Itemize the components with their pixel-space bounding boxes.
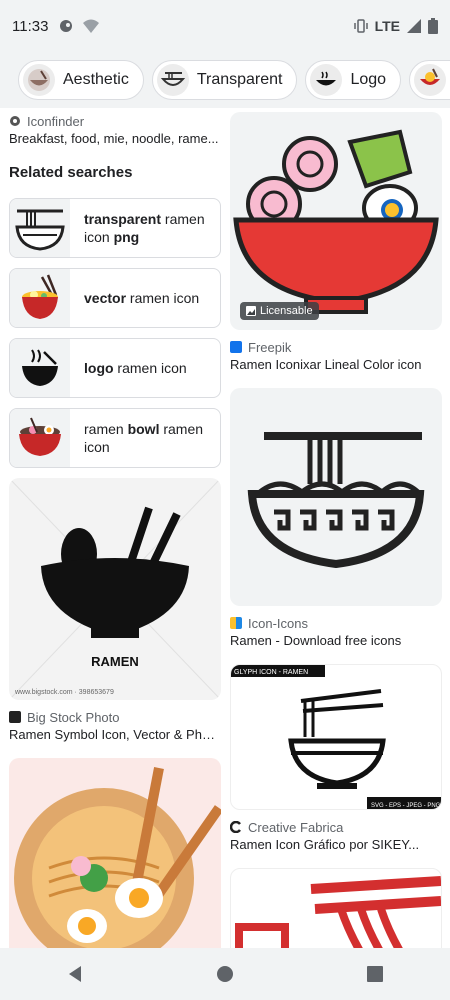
related-thumb [10, 339, 70, 397]
related-search-bowl[interactable]: ramen bowl ramen icon [9, 408, 221, 468]
result-image-ramen-bowl[interactable] [9, 758, 221, 948]
vector-ramen-icon [22, 274, 58, 319]
result-source[interactable]: Creative Fabrica [230, 818, 442, 836]
image-top-label: GLYPH ICON - RAMEN [234, 669, 308, 676]
home-circle-icon [217, 966, 233, 982]
chip-aesthetic[interactable]: Aesthetic [18, 60, 144, 100]
result-caption[interactable]: Ramen Iconixar Lineal Color icon [230, 356, 442, 374]
wifi-icon [83, 19, 100, 33]
creative-fabrica-icon [230, 821, 241, 833]
chip-logo[interactable]: Logo [305, 60, 402, 100]
result-image-bigstock[interactable]: RAMEN www.bigstock.com · 398653679 [9, 478, 221, 700]
battery-icon [428, 18, 438, 34]
result-image-icon-icons[interactable] [230, 388, 442, 606]
signal-icon [407, 19, 421, 33]
chip-label: Logo [350, 71, 387, 88]
result-caption[interactable]: Ramen - Download free icons [230, 632, 442, 650]
recents-button[interactable] [350, 954, 400, 994]
bigstock-icon [9, 711, 21, 723]
recents-square-icon [367, 966, 383, 982]
outline-ramen-icon [15, 209, 65, 251]
related-search-text: transparent ramen icon png [84, 211, 205, 245]
related-thumb [10, 269, 70, 327]
network-type: LTE [374, 18, 400, 34]
image-icon [246, 306, 256, 316]
icon-icons-icon [230, 617, 242, 629]
logo-bowl-icon [310, 64, 343, 96]
results-column-left: Iconfinder Breakfast, food, mie, noodle,… [9, 108, 221, 948]
bowl-ramen-icon [19, 417, 61, 456]
image-watermark: www.bigstock.com · 398653679 [14, 689, 114, 696]
related-thumb [10, 409, 70, 467]
related-search-transparent[interactable]: transparent ramen icon png [9, 198, 221, 258]
related-search-text: ramen bowl ramen icon [84, 421, 204, 455]
chat-notification-icon [60, 20, 73, 32]
result-source[interactable]: Freepik [230, 338, 442, 356]
related-search-text: logo ramen icon [84, 360, 187, 376]
vector-bowl-icon [414, 64, 447, 96]
ramen-bowl-illustration [14, 767, 221, 948]
logo-ramen-icon [22, 349, 58, 386]
freepik-icon [230, 341, 242, 353]
result-source[interactable]: Big Stock Photo [9, 708, 221, 726]
red-ramen-icon-image [235, 876, 441, 948]
status-time: 11:33 [12, 17, 49, 35]
navigation-bar [0, 948, 450, 1000]
filter-chips: Aesthetic Transparent Logo Ve [0, 52, 450, 108]
result-image-creative-fabrica[interactable]: GLYPH ICON - RAMEN SVG - EPS - JPEG - PN… [230, 664, 442, 810]
related-searches-title: Related searches [9, 164, 133, 181]
ramen-silhouette-image: RAMEN www.bigstock.com · 398653679 [9, 478, 221, 700]
results-grid: Iconfinder Breakfast, food, mie, noodle,… [0, 108, 450, 948]
result-caption[interactable]: Ramen Icon Gráfico por SIKEY... [230, 836, 442, 854]
ramen-glyph-icon-image: GLYPH ICON - RAMEN SVG - EPS - JPEG - PN… [231, 665, 441, 809]
transparent-bowl-icon [156, 64, 189, 96]
related-search-text: vector ramen icon [84, 290, 200, 306]
back-button[interactable] [50, 954, 100, 994]
chip-vector[interactable]: Ve [409, 60, 450, 100]
vibrate-icon [353, 19, 368, 33]
status-bar: 11:33 LTE [0, 0, 450, 52]
related-thumb [10, 199, 70, 257]
result-caption[interactable]: Ramen Symbol Icon, Vector & Phot... [9, 726, 221, 744]
result-source[interactable]: Icon-Icons [230, 614, 442, 632]
image-label: RAMEN [91, 654, 139, 669]
chip-label: Aesthetic [63, 71, 129, 88]
result-caption[interactable]: Breakfast, food, mie, noodle, rame... [9, 130, 221, 148]
ramen-outline-icon-image [247, 432, 425, 569]
aesthetic-bowl-icon [23, 64, 55, 96]
result-image-red-ramen[interactable] [230, 868, 442, 948]
result-source[interactable]: Iconfinder [9, 112, 221, 130]
results-column-right: Licensable Freepik Ramen Iconixar Lineal… [230, 108, 442, 948]
related-search-vector[interactable]: vector ramen icon [9, 268, 221, 328]
related-search-logo[interactable]: logo ramen icon [9, 338, 221, 398]
iconfinder-icon [10, 116, 20, 126]
back-triangle-icon [69, 966, 81, 982]
ramen-color-icon-image [233, 129, 439, 314]
chip-transparent[interactable]: Transparent [151, 60, 298, 100]
result-image-freepik[interactable]: Licensable [230, 112, 442, 330]
home-button[interactable] [200, 954, 250, 994]
chip-label: Transparent [196, 71, 283, 88]
image-bottom-label: SVG - EPS - JPEG - PNG [371, 803, 441, 809]
licensable-badge[interactable]: Licensable [240, 302, 319, 320]
